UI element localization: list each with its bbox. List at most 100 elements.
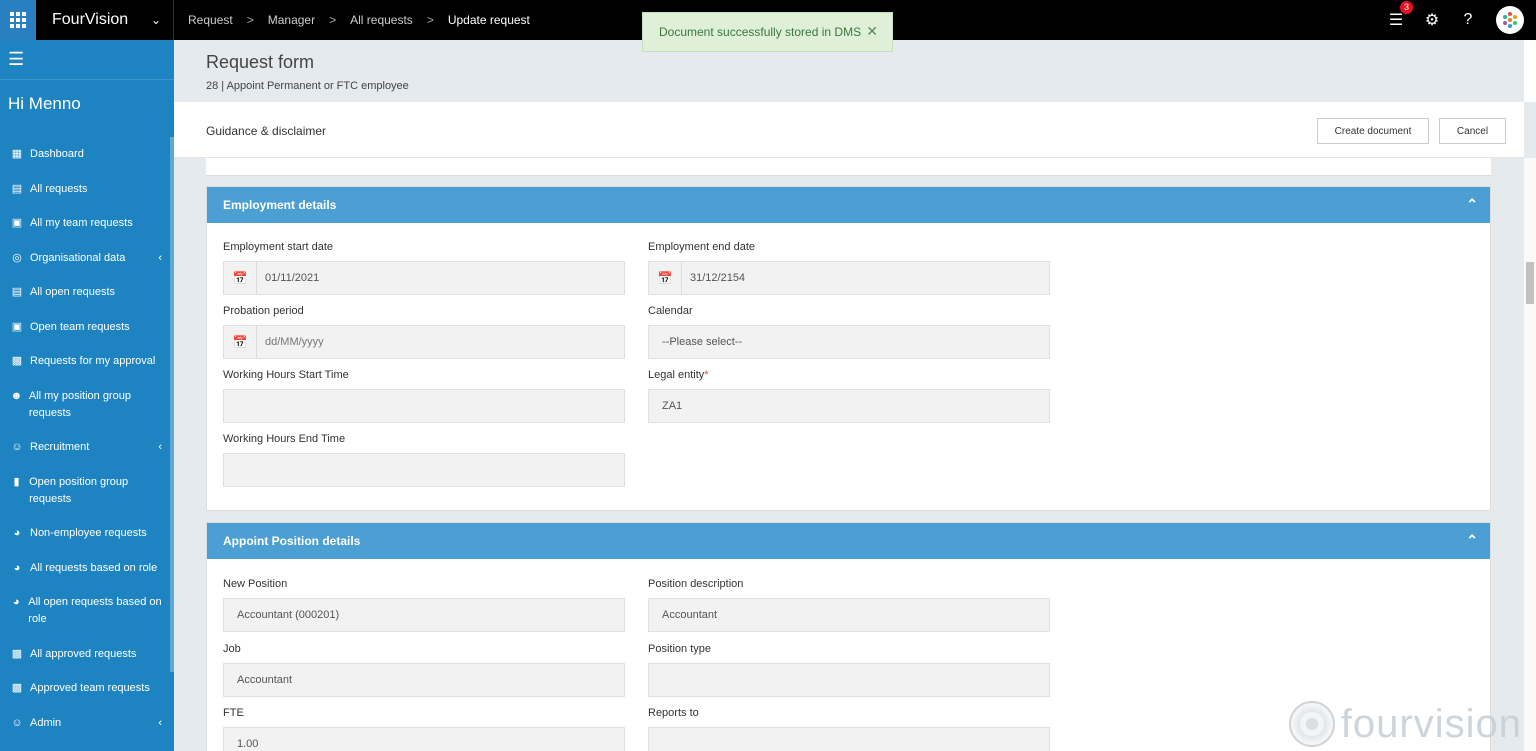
scrollbar-thumb[interactable] bbox=[1526, 262, 1534, 304]
approval-icon: ▩ bbox=[11, 647, 23, 660]
field-label: New Position bbox=[223, 578, 288, 590]
page-subtitle: 28 | Appoint Permanent or FTC employee bbox=[206, 80, 409, 92]
sidebar-item[interactable]: ◕ All requests based on role bbox=[0, 560, 174, 595]
app-switcher[interactable]: FourVision ⌄ bbox=[36, 0, 174, 40]
field-label: Calendar bbox=[648, 305, 693, 317]
create-document-button[interactable]: Create document bbox=[1317, 118, 1429, 144]
chevron-up-icon[interactable]: ⌃ bbox=[1466, 196, 1478, 213]
app-launcher-button[interactable] bbox=[0, 0, 36, 40]
calendar-icon[interactable]: 📅 bbox=[649, 262, 682, 294]
success-toast: Document successfully stored in DMS ✕ bbox=[642, 12, 893, 52]
calendar-icon[interactable]: 📅 bbox=[224, 262, 257, 294]
sidebar-item[interactable]: ▩ Requests for my approval bbox=[0, 353, 174, 388]
sidebar-item[interactable]: ▤ All requests bbox=[0, 181, 174, 216]
job-field: Job Accountant bbox=[223, 643, 625, 697]
logo-icon bbox=[1288, 701, 1335, 747]
sidebar-item-label: All requests based on role bbox=[30, 561, 158, 574]
breadcrumb-all-requests[interactable]: All requests bbox=[350, 13, 413, 27]
field-label: Working Hours End Time bbox=[223, 433, 346, 445]
help-button[interactable]: ? bbox=[1460, 11, 1476, 29]
field-label: Probation period bbox=[223, 305, 304, 317]
panel-title: Employment details bbox=[223, 198, 337, 212]
sidebar-item-label: Approved team requests bbox=[30, 682, 150, 694]
settings-button[interactable]: ⚙ bbox=[1424, 10, 1440, 30]
legal-entity-input[interactable]: ZA1 bbox=[648, 389, 1050, 423]
panel-header[interactable]: Employment details ⌃ bbox=[207, 187, 1490, 223]
app-name: FourVision bbox=[52, 11, 129, 28]
page-scrollbar[interactable] bbox=[1524, 158, 1536, 751]
field-value: 1.00 bbox=[237, 738, 259, 750]
greeting: Hi Menno bbox=[8, 94, 81, 113]
sidebar-item-label: All approved requests bbox=[30, 647, 137, 660]
employment-start-date-field: Employment start date 📅 01/11/2021 bbox=[223, 241, 625, 295]
legal-entity-label: Legal entity bbox=[648, 369, 705, 381]
end-date-input[interactable]: 📅 31/12/2154 bbox=[648, 261, 1050, 295]
working-hours-end-field: Working Hours End Time bbox=[223, 433, 625, 487]
sidebar-item[interactable]: ◕ All open requests based on role bbox=[0, 594, 174, 646]
avatar[interactable] bbox=[1496, 6, 1524, 34]
approval-icon: ▩ bbox=[11, 355, 23, 367]
people-icon: ☻ bbox=[10, 389, 23, 402]
reports-to-input[interactable] bbox=[648, 727, 1050, 751]
clipboard-icon: ▮ bbox=[13, 475, 20, 488]
sidebar-item[interactable]: ▣ All my team requests bbox=[0, 215, 174, 250]
sidebar-item[interactable]: ◎ Organisational data ‹ bbox=[0, 250, 174, 285]
sidebar-item[interactable]: ☺ Admin ‹ bbox=[0, 715, 174, 750]
head-icon: ◕ bbox=[13, 561, 21, 574]
calendar-select[interactable]: --Please select-- bbox=[648, 325, 1050, 359]
panel-header[interactable]: Appoint Position details ⌃ bbox=[207, 523, 1490, 559]
chevron-right-icon: > bbox=[246, 13, 254, 27]
guidance-link[interactable]: Guidance & disclaimer bbox=[206, 124, 326, 138]
field-label: Position description bbox=[648, 578, 744, 590]
sidebar-item[interactable]: ▣ Open team requests bbox=[0, 319, 174, 354]
field-label: Working Hours Start Time bbox=[223, 369, 349, 381]
job-input[interactable]: Accountant bbox=[223, 663, 625, 697]
breadcrumb-manager[interactable]: Manager bbox=[268, 13, 315, 27]
cancel-button[interactable]: Cancel bbox=[1439, 118, 1506, 144]
calendar-icon[interactable]: 📅 bbox=[224, 326, 257, 358]
sidebar-item[interactable]: ▦ Dashboard bbox=[0, 146, 174, 181]
scrollbar-top-area bbox=[1524, 40, 1536, 102]
chat-icon: ☰ bbox=[1388, 12, 1404, 29]
sidebar-item-label: All my team requests bbox=[30, 217, 133, 229]
field-value: Accountant bbox=[237, 674, 293, 686]
position-type-input[interactable] bbox=[648, 663, 1050, 697]
wh-start-input[interactable] bbox=[223, 389, 625, 423]
fte-input[interactable]: 1.00 bbox=[223, 727, 625, 751]
sidebar-item[interactable]: ▩ All approved requests bbox=[0, 646, 174, 681]
start-date-input[interactable]: 📅 01/11/2021 bbox=[223, 261, 625, 295]
sidebar-item[interactable]: ▤ All open requests bbox=[0, 284, 174, 319]
close-icon[interactable]: ✕ bbox=[866, 23, 878, 40]
position-description-input[interactable]: Accountant bbox=[648, 598, 1050, 632]
logo-text: fourvision bbox=[1340, 701, 1522, 746]
sidebar-item[interactable]: ▮ Open position group requests bbox=[0, 474, 174, 526]
chevron-up-icon[interactable]: ⌃ bbox=[1466, 532, 1478, 549]
wh-end-input[interactable] bbox=[223, 453, 625, 487]
field-label: Legal entity* bbox=[648, 369, 1050, 381]
fourvision-logo: fourvision bbox=[1288, 701, 1522, 747]
employment-end-date-field: Employment end date 📅 31/12/2154 bbox=[648, 241, 1050, 295]
notifications-button[interactable]: ☰ 3 bbox=[1388, 1, 1413, 30]
hamburger-icon: ☰ bbox=[8, 49, 25, 69]
probation-period-field: Probation period 📅 dd/MM/yyyy bbox=[223, 305, 625, 359]
breadcrumb-request[interactable]: Request bbox=[188, 13, 233, 27]
menu-toggle-button[interactable]: ☰ bbox=[0, 40, 174, 80]
field-label: Position type bbox=[648, 643, 711, 655]
sidebar-item[interactable]: ◕ Non-employee requests bbox=[0, 525, 174, 560]
previous-panel-bottom bbox=[206, 158, 1491, 176]
field-value: Accountant (000201) bbox=[237, 609, 340, 621]
globe-icon: ◎ bbox=[12, 251, 22, 264]
sidebar-item[interactable]: ▩ Approved team requests bbox=[0, 680, 174, 715]
help-icon: ? bbox=[1463, 11, 1473, 28]
user-avatar-icon bbox=[1503, 12, 1517, 28]
probation-input[interactable]: 📅 dd/MM/yyyy bbox=[223, 325, 625, 359]
sidebar-item[interactable]: ☻ All my position group requests bbox=[0, 388, 174, 440]
approval-icon: ▩ bbox=[11, 682, 23, 694]
sidebar-item[interactable]: ☺ Recruitment ‹ bbox=[0, 439, 174, 474]
head-icon: ◕ bbox=[12, 596, 20, 608]
new-position-input[interactable]: Accountant (000201) bbox=[223, 598, 625, 632]
waffle-icon bbox=[10, 12, 26, 28]
sidebar-item-label: Admin bbox=[30, 716, 62, 729]
sidebar-item-label: All open requests bbox=[30, 286, 115, 298]
reports-to-field: Reports to bbox=[648, 707, 1050, 751]
